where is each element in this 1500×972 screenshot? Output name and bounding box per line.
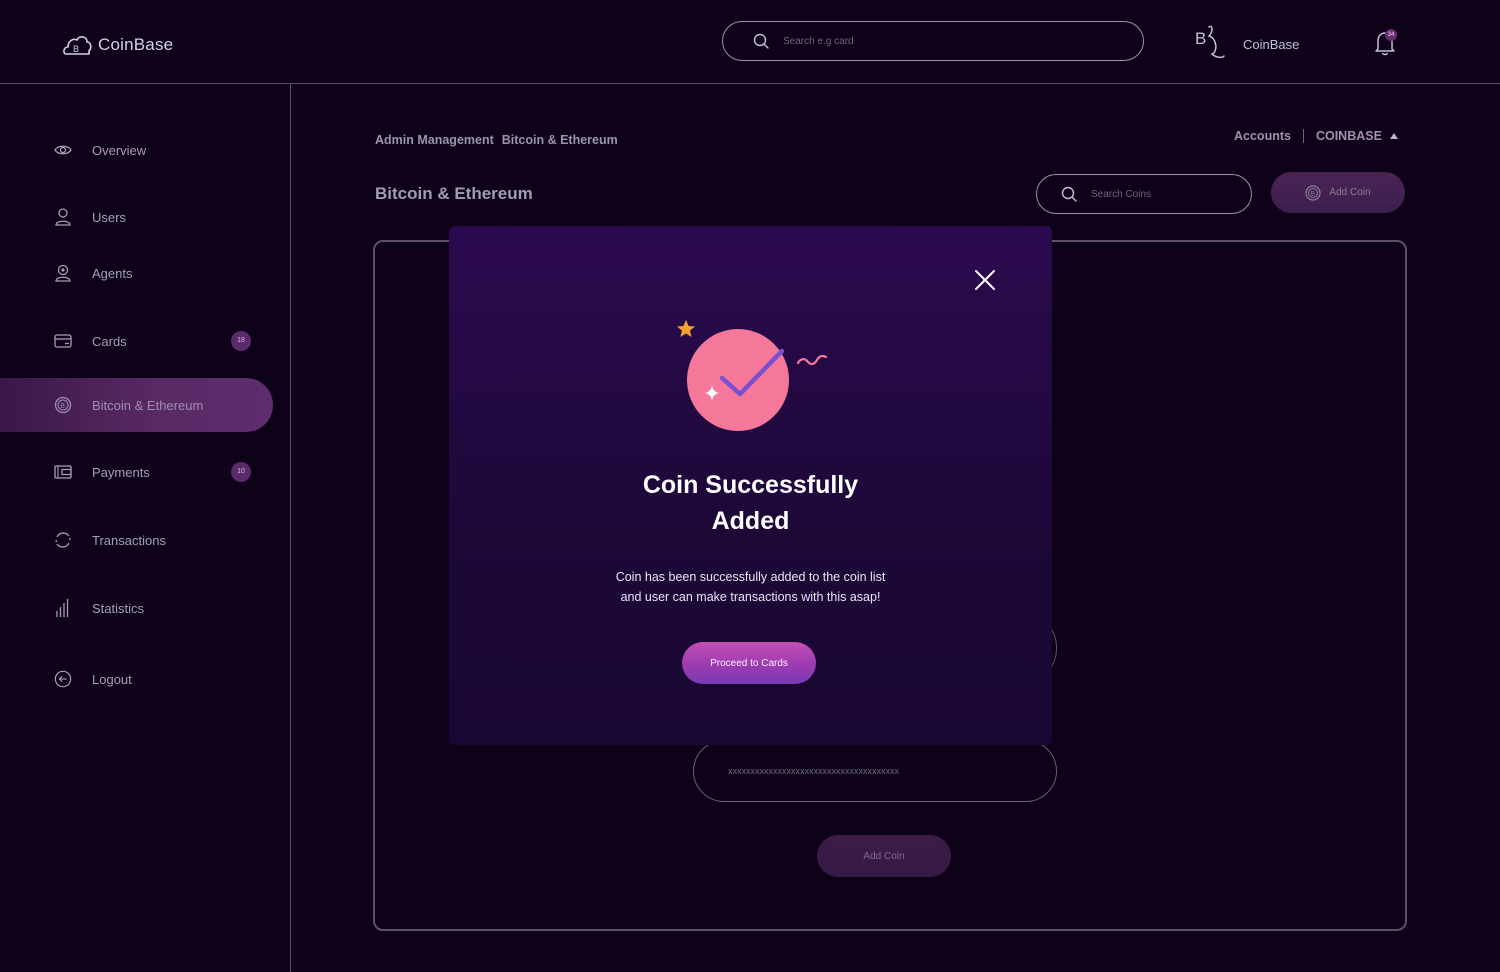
- divider: [1302, 129, 1304, 143]
- user-icon: [54, 208, 72, 226]
- sidebar-item-label: Agents: [92, 265, 133, 281]
- caret-up-icon[interactable]: [1389, 133, 1398, 139]
- breadcrumb: Admin Management Bitcoin & Ethereum: [375, 133, 618, 147]
- sidebar-item-label: Overview: [92, 142, 147, 158]
- close-icon[interactable]: [972, 267, 998, 293]
- sidebar-item-statistics[interactable]: Statistics: [0, 581, 273, 635]
- search-icon: [1061, 186, 1077, 202]
- global-search-input[interactable]: [783, 35, 1103, 47]
- logout-icon: [54, 670, 72, 688]
- breadcrumb-item[interactable]: Admin Management: [375, 133, 494, 147]
- sidebar-item-label: Cards: [92, 333, 127, 349]
- add-coin-button[interactable]: B Add Coin: [1271, 172, 1405, 213]
- sidebar-item-payments[interactable]: Payments 10: [0, 445, 273, 499]
- page-title: Bitcoin & Ethereum: [375, 184, 533, 203]
- coin-key-field[interactable]: [693, 740, 1057, 802]
- modal-title-line: Added: [711, 507, 790, 535]
- add-coin-label: Add Coin: [1329, 187, 1371, 198]
- sidebar-item-label: Bitcoin & Ethereum: [92, 397, 204, 413]
- sidebar-item-label: Statistics: [92, 600, 145, 616]
- svg-text:B: B: [60, 403, 65, 410]
- proceed-to-cards-button[interactable]: Proceed to Cards: [682, 642, 816, 684]
- sidebar-item-agents[interactable]: Agents: [0, 246, 273, 300]
- user-profile[interactable]: B CoinBase: [1195, 22, 1299, 60]
- user-avatar-icon: B: [1195, 25, 1225, 59]
- modal-message-line: Coin has been successfully added to the …: [615, 570, 886, 584]
- sidebar-item-cards[interactable]: Cards 18: [0, 314, 273, 368]
- modal-message: Coin has been successfully added to the …: [449, 567, 1052, 607]
- svg-text:B: B: [73, 44, 79, 54]
- sidebar-item-logout[interactable]: Logout: [0, 652, 273, 706]
- coin-key-input[interactable]: [728, 766, 1028, 776]
- account-selector[interactable]: COINBASE: [1316, 129, 1382, 143]
- account-switcher: Accounts COINBASE: [1234, 129, 1398, 143]
- global-search[interactable]: [722, 21, 1144, 61]
- breadcrumb-item-current: Bitcoin & Ethereum: [501, 133, 618, 147]
- brand-logo[interactable]: B CoinBase: [62, 32, 173, 58]
- sidebar-item-bitcoin-ethereum[interactable]: B Bitcoin & Ethereum: [0, 378, 273, 432]
- eye-icon: [54, 141, 72, 159]
- star-icon: [677, 320, 695, 337]
- success-check-icon: [677, 320, 828, 431]
- notification-badge: 34: [1385, 29, 1397, 41]
- sidebar: Overview Users Agents Cards 18 B Bitcoin…: [0, 84, 291, 972]
- sidebar-item-transactions[interactable]: Transactions: [0, 513, 273, 567]
- agent-icon: [54, 264, 72, 282]
- submit-add-coin-button[interactable]: Add Coin: [817, 835, 951, 877]
- wallet-icon: [54, 463, 72, 481]
- search-icon: [753, 33, 769, 49]
- sidebar-item-label: Users: [92, 209, 126, 225]
- sidebar-item-label: Transactions: [92, 532, 166, 548]
- modal-title-line: Coin Successfully: [642, 471, 859, 499]
- accounts-link[interactable]: Accounts: [1234, 129, 1291, 143]
- modal-title: Coin Successfully Added: [449, 467, 1052, 539]
- svg-text:B: B: [1195, 29, 1206, 48]
- sidebar-item-overview[interactable]: Overview: [0, 123, 273, 177]
- coin-search[interactable]: [1036, 174, 1252, 214]
- bitcoin-icon: B: [1305, 184, 1322, 201]
- refresh-icon: [54, 531, 72, 549]
- bitcoin-icon: B: [54, 396, 72, 414]
- sidebar-item-label: Logout: [92, 671, 132, 687]
- user-name: CoinBase: [1243, 36, 1300, 52]
- modal-message-line: and user can make transactions with this…: [620, 590, 881, 604]
- card-icon: [54, 332, 72, 350]
- sidebar-item-users[interactable]: Users: [0, 190, 273, 244]
- cards-count-badge: 18: [231, 331, 251, 351]
- brand-name: CoinBase: [98, 35, 174, 54]
- coin-search-input[interactable]: [1091, 188, 1231, 200]
- sidebar-item-label: Payments: [92, 464, 150, 480]
- svg-text:B: B: [1311, 190, 1315, 197]
- coinbase-logo-icon: B: [63, 36, 92, 55]
- chart-icon: [54, 599, 72, 617]
- squiggle-icon: [796, 354, 828, 366]
- payments-count-badge: 10: [231, 462, 251, 482]
